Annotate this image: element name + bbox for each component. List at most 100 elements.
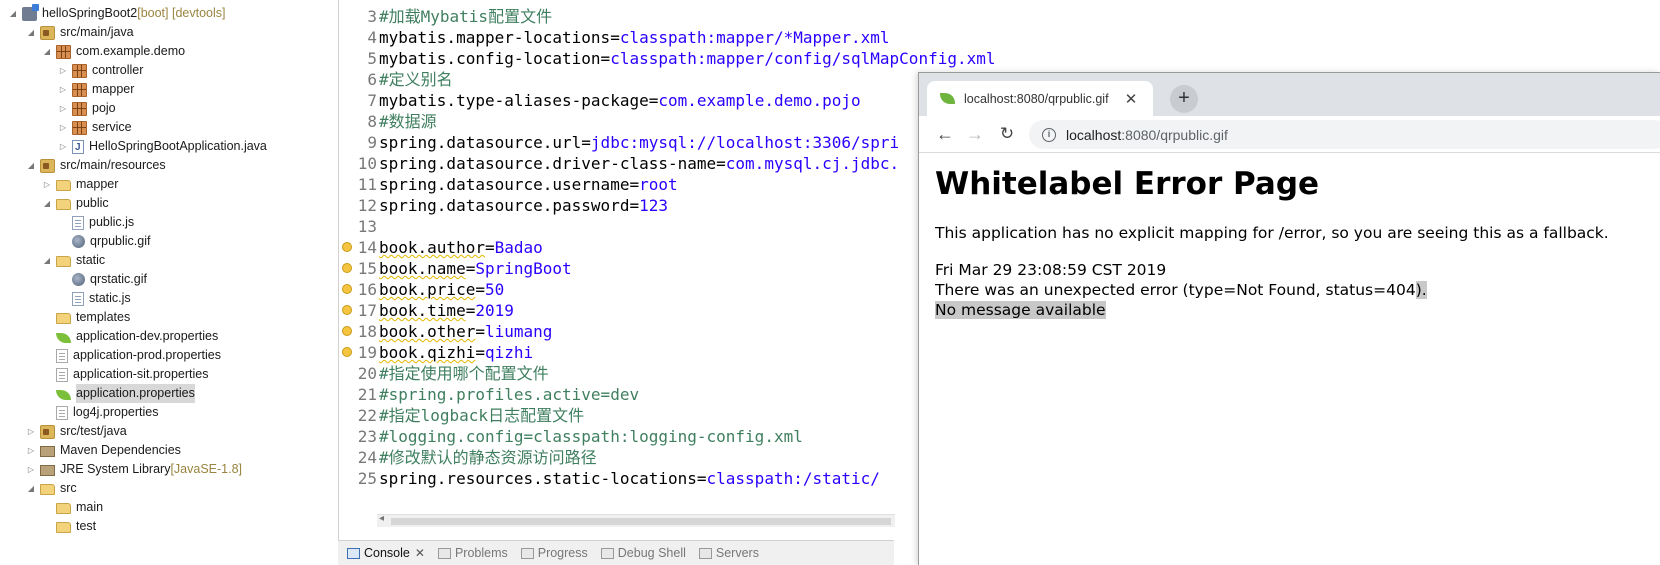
view-tab-label: Progress — [537, 546, 588, 560]
expand-arrow-icon[interactable]: ▷ — [26, 441, 36, 460]
code-text: book.time=2019 — [379, 300, 514, 321]
line-number: 4 — [367, 28, 377, 47]
view-tab-debug-shell[interactable]: Debug Shell — [600, 546, 686, 560]
forward-arrow-icon[interactable]: → — [963, 122, 987, 146]
scrollbar-thumb[interactable] — [391, 518, 891, 525]
editor-horizontal-scrollbar[interactable]: ◂ — [377, 513, 895, 527]
url-host: localhost — [1066, 126, 1122, 143]
tree-item[interactable]: templates — [42, 308, 130, 327]
tree-item[interactable]: application.properties — [42, 384, 195, 403]
tree-item[interactable]: main — [42, 498, 103, 517]
tree-item[interactable]: ▷ mapper — [58, 80, 134, 99]
view-tab-problems[interactable]: Problems — [437, 546, 508, 560]
code-text: #spring.profiles.active=dev — [379, 384, 639, 405]
tree-item-label: JRE System Library — [60, 462, 171, 476]
view-tab-label: Debug Shell — [617, 546, 686, 560]
collapse-arrow-icon[interactable]: ◢ — [8, 4, 18, 23]
browser-tab-title: localhost:8080/qrpublic.gif — [964, 91, 1109, 106]
tree-item-decoration: [JavaSE-1.8] — [170, 462, 243, 476]
address-bar[interactable]: i localhost:8080/qrpublic.gif — [1029, 120, 1660, 149]
view-tab-progress[interactable]: Progress — [520, 546, 588, 560]
tree-item[interactable]: ◢ helloSpringBoot2 [boot] [devtools] — [8, 3, 225, 23]
tree-item[interactable]: application-sit.properties — [42, 365, 209, 384]
expand-arrow-icon[interactable]: ▷ — [58, 118, 68, 137]
tree-item[interactable]: application-dev.properties — [42, 327, 218, 346]
close-tab-icon[interactable]: ✕ — [1121, 90, 1141, 108]
expand-arrow-icon[interactable]: ▷ — [58, 99, 68, 118]
close-view-icon[interactable]: ✕ — [415, 546, 425, 560]
tree-item[interactable]: ▷ controller — [58, 61, 143, 80]
collapse-arrow-icon[interactable]: ◢ — [42, 42, 52, 61]
expand-arrow-icon[interactable]: ▷ — [58, 61, 68, 80]
tree-item[interactable]: ◢ src/main/java — [26, 23, 134, 42]
code-text: #定义别名 — [379, 69, 453, 90]
spring-leaf-icon — [56, 389, 71, 400]
property-equals: = — [475, 280, 485, 299]
collapse-arrow-icon[interactable]: ◢ — [26, 156, 36, 175]
tree-item[interactable]: static.js — [58, 289, 131, 308]
tree-item[interactable]: ◢ public — [42, 194, 109, 213]
source-folder-icon — [40, 25, 55, 40]
code-text: mybatis.type-aliases-package=com.example… — [379, 90, 861, 111]
expand-arrow-icon[interactable]: ▷ — [26, 422, 36, 441]
tree-item[interactable]: test — [42, 517, 96, 536]
tree-item[interactable]: ▷ HelloSpringBootApplication.java — [58, 137, 267, 157]
tree-item[interactable]: ▷ JRE System Library [JavaSE-1.8] — [26, 460, 242, 479]
tree-item[interactable]: ◢ src — [26, 479, 77, 498]
browser-tab[interactable]: localhost:8080/qrpublic.gif ✕ — [927, 81, 1153, 116]
tree-item-label: service — [92, 120, 132, 134]
tree-item[interactable]: ▷ src/test/java — [26, 422, 127, 441]
error-text-tail: ). — [1415, 281, 1427, 299]
collapse-arrow-icon[interactable]: ◢ — [26, 479, 36, 498]
tree-item[interactable]: qrstatic.gif — [58, 270, 147, 289]
tree-item[interactable]: qrpublic.gif — [58, 232, 150, 251]
package-icon — [72, 120, 87, 135]
error-line: There was an unexpected error (type=Not … — [935, 281, 1427, 299]
tree-item[interactable]: application-prod.properties — [42, 346, 221, 365]
tree-item[interactable]: ◢ static — [42, 251, 105, 270]
tree-item[interactable]: ◢ src/main/resources — [26, 156, 166, 175]
view-tab-servers[interactable]: Servers — [698, 546, 759, 560]
property-key: book.name — [379, 259, 466, 278]
problems-view-icon — [437, 547, 451, 559]
scroll-left-arrow-icon[interactable]: ◂ — [379, 513, 384, 524]
browser-tab-strip: localhost:8080/qrpublic.gif ✕ + — [919, 73, 1660, 116]
collapse-arrow-icon[interactable]: ◢ — [42, 194, 52, 213]
back-arrow-icon[interactable]: ← — [933, 122, 957, 146]
property-value: 2019 — [475, 301, 514, 320]
property-value: SpringBoot — [475, 259, 572, 278]
code-comment: #数据源 — [379, 112, 437, 131]
folder-icon — [56, 180, 71, 191]
property-key: book.time — [379, 301, 466, 320]
tree-item-label: log4j.properties — [73, 405, 159, 419]
expand-arrow-icon[interactable]: ▷ — [42, 175, 52, 194]
view-tab-console[interactable]: Console ✕ — [347, 546, 425, 560]
collapse-arrow-icon[interactable]: ◢ — [26, 23, 36, 42]
folder-icon — [56, 256, 71, 267]
reload-icon[interactable]: ↻ — [995, 122, 1019, 146]
tree-item[interactable]: log4j.properties — [42, 403, 158, 422]
collapse-arrow-icon[interactable]: ◢ — [42, 251, 52, 270]
tree-item-label: src/test/java — [60, 424, 127, 438]
line-number: 5 — [367, 49, 377, 68]
tree-item[interactable]: ▷ Maven Dependencies — [26, 441, 181, 460]
image-file-icon — [72, 235, 85, 248]
spring-leaf-favicon-icon — [940, 93, 955, 104]
js-file-icon — [72, 291, 84, 306]
info-icon[interactable]: i — [1042, 127, 1056, 142]
tree-item[interactable]: ▷ mapper — [42, 175, 118, 194]
code-text: book.author=Badao — [379, 237, 543, 258]
tree-item[interactable]: public.js — [58, 213, 134, 232]
tree-item[interactable]: ▷ service — [58, 118, 132, 137]
expand-arrow-icon[interactable]: ▷ — [58, 80, 68, 99]
tree-item-label: qrstatic.gif — [90, 272, 147, 286]
tree-item[interactable]: ▷ pojo — [58, 99, 116, 118]
expand-arrow-icon[interactable]: ▷ — [26, 460, 36, 479]
tree-item-label: mapper — [76, 177, 119, 191]
expand-arrow-icon[interactable]: ▷ — [58, 137, 68, 156]
property-value: classpath:/static/ — [706, 469, 880, 488]
tree-item[interactable]: ◢ com.example.demo — [42, 42, 185, 61]
new-tab-button[interactable]: + — [1170, 85, 1198, 113]
tree-item-label: src/main/java — [60, 25, 134, 39]
properties-editor[interactable]: 3 #加载Mybatis配置文件 4 mybatis.mapper-locations… — [338, 0, 996, 540]
